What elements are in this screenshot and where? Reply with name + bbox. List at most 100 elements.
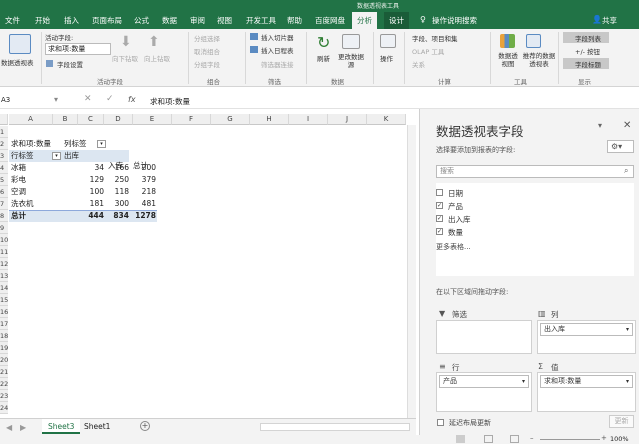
update-button[interactable]: 更新 xyxy=(609,415,634,428)
row-header[interactable]: 1 xyxy=(0,126,8,138)
active-field-input[interactable]: 求和项:数量 xyxy=(45,43,111,55)
pivottable-button[interactable]: 数据透视表 xyxy=(1,57,34,67)
row-header[interactable]: 21 xyxy=(0,366,8,378)
pivot-cell-in[interactable]: 300 xyxy=(105,198,129,210)
pivot-row-name[interactable]: 空调 xyxy=(11,186,26,198)
row-header[interactable]: 18 xyxy=(0,330,8,342)
rows-area[interactable]: 产品 ▾ xyxy=(436,372,532,412)
zoom-out-icon[interactable]: – xyxy=(530,434,534,442)
more-tables-link[interactable]: 更多表格... xyxy=(436,242,471,252)
field-checkbox[interactable]: ✓ xyxy=(436,202,443,209)
value-field-chip[interactable]: 求和项:数量 ▾ xyxy=(540,375,633,388)
tab-file[interactable]: 文件 xyxy=(5,15,20,26)
field-item[interactable]: ✓ 产品 xyxy=(436,201,626,212)
column-header[interactable]: K xyxy=(367,114,406,125)
pivotchart-button[interactable]: 数据透视图 xyxy=(496,52,520,68)
row-header[interactable]: 24 xyxy=(0,402,8,414)
page-break-view-icon[interactable] xyxy=(510,435,519,443)
column-header[interactable]: J xyxy=(328,114,367,125)
normal-view-icon[interactable] xyxy=(456,435,465,443)
add-sheet-icon[interactable]: + xyxy=(140,421,150,431)
fx-icon[interactable]: fx xyxy=(128,95,136,104)
insert-slicer-button[interactable]: 插入切片器 xyxy=(261,32,294,42)
pivot-grand-total[interactable]: 1278 xyxy=(130,210,156,222)
column-header[interactable]: I xyxy=(289,114,328,125)
column-header[interactable]: E xyxy=(133,114,172,125)
refresh-button[interactable]: 刷新 xyxy=(317,53,330,63)
pivot-grand-out[interactable]: 444 xyxy=(78,210,104,222)
field-settings-button[interactable]: 字段设置 xyxy=(57,59,83,69)
sheet-tab-sheet3[interactable]: Sheet3 xyxy=(42,419,81,434)
row-header[interactable]: 4 xyxy=(0,162,8,174)
pivot-header-out[interactable]: 出库 xyxy=(64,150,79,162)
field-checkbox[interactable]: ✓ xyxy=(436,215,443,222)
column-header[interactable]: F xyxy=(172,114,211,125)
field-search-input[interactable]: 搜索 xyxy=(436,165,634,178)
tab-help[interactable]: 帮助 xyxy=(287,15,302,26)
row-header[interactable]: 7 xyxy=(0,198,8,210)
column-header[interactable]: C xyxy=(78,114,104,125)
sheet-tab-sheet1[interactable]: Sheet1 xyxy=(84,422,110,431)
pivot-col-label[interactable]: 列标签 xyxy=(64,138,87,150)
column-header[interactable]: B xyxy=(53,114,78,125)
row-header[interactable]: 10 xyxy=(0,234,8,246)
chevron-down-icon[interactable]: ▾ xyxy=(522,376,525,387)
drill-down-button[interactable]: 向下钻取 xyxy=(112,53,138,63)
tab-review[interactable]: 审阅 xyxy=(190,15,205,26)
row-header[interactable]: 6 xyxy=(0,186,8,198)
chevron-down-icon[interactable]: ▾ xyxy=(54,95,58,104)
row-header[interactable]: 11 xyxy=(0,246,8,258)
zoom-level[interactable]: 100% xyxy=(610,435,629,443)
field-item[interactable]: 日期 xyxy=(436,188,626,199)
tell-me-search[interactable]: 操作说明搜索 xyxy=(432,15,477,26)
row-header[interactable]: 17 xyxy=(0,318,8,330)
tab-view[interactable]: 视图 xyxy=(217,15,232,26)
pivot-cell-out[interactable]: 181 xyxy=(78,198,104,210)
gear-icon[interactable]: ⚙▾ xyxy=(607,140,634,153)
group-field-button[interactable]: 分组字段 xyxy=(194,59,220,69)
field-item[interactable]: ✓ 出入库 xyxy=(436,214,626,225)
filter-connections-button[interactable]: 筛选器连接 xyxy=(261,59,294,69)
pivot-cell-out[interactable]: 34 xyxy=(78,162,104,174)
pivot-grand-in[interactable]: 834 xyxy=(105,210,129,222)
filters-area[interactable] xyxy=(436,320,532,354)
enter-icon[interactable]: ✓ xyxy=(106,94,114,104)
tab-developer[interactable]: 开发工具 xyxy=(246,15,276,26)
col-filter-button[interactable]: ▾ xyxy=(97,140,106,148)
actions-button[interactable]: 操作 xyxy=(380,53,393,63)
pivot-cell-total[interactable]: 379 xyxy=(130,174,156,186)
tab-baidu[interactable]: 百度网盘 xyxy=(315,15,345,26)
row-header[interactable]: 16 xyxy=(0,306,8,318)
cancel-icon[interactable]: ✕ xyxy=(84,94,92,104)
tab-data[interactable]: 数据 xyxy=(162,15,177,26)
column-header[interactable]: A xyxy=(9,114,53,125)
prev-sheet-icon[interactable]: ◀ xyxy=(6,423,12,432)
field-checkbox[interactable] xyxy=(436,189,443,196)
row-header[interactable]: 22 xyxy=(0,378,8,390)
field-item[interactable]: ✓ 数量 xyxy=(436,227,626,238)
pivot-cell-total[interactable]: 200 xyxy=(130,162,156,174)
horizontal-scrollbar[interactable] xyxy=(260,423,410,431)
close-icon[interactable]: ✕ xyxy=(623,120,631,131)
pivot-cell-out[interactable]: 100 xyxy=(78,186,104,198)
tab-page-layout[interactable]: 页面布局 xyxy=(92,15,122,26)
change-source-button[interactable]: 更改数据源 xyxy=(336,53,366,69)
chevron-down-icon[interactable]: ▾ xyxy=(626,324,629,335)
column-header[interactable]: H xyxy=(250,114,289,125)
collapse-panel-icon[interactable]: ▾ xyxy=(598,121,602,130)
relationships-button[interactable]: 关系 xyxy=(412,59,425,69)
chevron-down-icon[interactable]: ▾ xyxy=(626,376,629,387)
row-header[interactable]: 9 xyxy=(0,222,8,234)
row-header[interactable]: 12 xyxy=(0,258,8,270)
column-header[interactable]: D xyxy=(104,114,133,125)
next-sheet-icon[interactable]: ▶ xyxy=(20,423,26,432)
tab-insert[interactable]: 插入 xyxy=(64,15,79,26)
pivot-row-name[interactable]: 洗衣机 xyxy=(11,198,34,210)
pivot-row-name[interactable]: 冰箱 xyxy=(11,162,26,174)
row-header[interactable]: 13 xyxy=(0,270,8,282)
zoom-in-icon[interactable]: + xyxy=(601,434,607,442)
row-header[interactable]: 5 xyxy=(0,174,8,186)
pivot-cell-total[interactable]: 218 xyxy=(130,186,156,198)
row-header[interactable]: 3 xyxy=(0,150,8,162)
recommended-button[interactable]: 推荐的数据透视表 xyxy=(522,52,556,68)
